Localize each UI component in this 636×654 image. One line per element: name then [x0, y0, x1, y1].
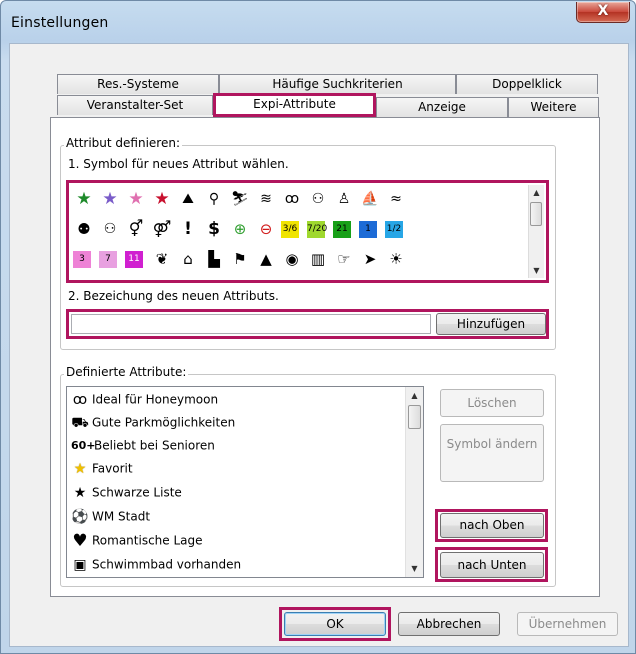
attribute-name-row: Hinzufügen	[66, 309, 549, 339]
rings-icon: ꝏ	[72, 391, 88, 408]
list-scroll-up-icon[interactable]: ▲	[406, 387, 423, 404]
list-item[interactable]: ꝏ Ideal für Honeymoon	[71, 388, 218, 412]
waves-icon[interactable]: ≈	[385, 188, 407, 210]
car-icon: ⛟	[71, 414, 89, 431]
building-icon[interactable]: ▥	[307, 248, 329, 270]
tab-haeufige-suchkriterien[interactable]: Häufige Suchkriterien	[219, 74, 456, 94]
scroll-up-icon[interactable]: ▲	[529, 185, 544, 200]
diving-mask-icon[interactable]: ꝏ	[281, 188, 303, 210]
leaf-icon[interactable]: ❦	[151, 248, 173, 270]
list-item-label: Favorit	[92, 461, 133, 476]
hand-icon[interactable]: ☞	[333, 248, 355, 270]
kids-family-icon[interactable]: ⚇	[99, 218, 121, 240]
move-up-button[interactable]: nach Oben	[440, 513, 544, 538]
family-icon[interactable]: ⚉	[73, 218, 95, 240]
step1-label: 1. Symbol für neues Attribut wählen.	[68, 157, 289, 171]
apply-button[interactable]: Übernehmen	[517, 612, 618, 636]
pool-icon: ▣	[73, 556, 87, 573]
bicycle-icon[interactable]: ⚲	[203, 188, 225, 210]
scroll-thumb[interactable]	[530, 202, 542, 226]
list-scroll-thumb[interactable]	[408, 405, 421, 429]
plus-green-icon[interactable]: ⊕	[229, 218, 251, 240]
bird-icon[interactable]: ➤	[359, 248, 381, 270]
cancel-button[interactable]: Abbrechen	[398, 612, 500, 636]
tab-anzeige[interactable]: Anzeige	[376, 97, 508, 117]
defined-attributes-list[interactable]: ꝏ Ideal für Honeymoon ⛟ Gute Parkmöglichke…	[66, 386, 424, 578]
favorite-star-icon: ★	[73, 460, 87, 477]
list-item-label: Beliebt bei Senioren	[94, 438, 215, 453]
list-scroll-down-icon[interactable]: ▼	[406, 560, 423, 577]
star-green-icon[interactable]: ★	[73, 188, 95, 210]
gender-symbols-icon[interactable]: ⚥	[125, 218, 147, 240]
add-button[interactable]: Hinzufügen	[436, 313, 546, 335]
heart-icon: ♥	[72, 530, 88, 551]
hiking-group-icon[interactable]: ⚇	[307, 188, 329, 210]
list-item[interactable]: ♥ Romantische Lage	[71, 529, 203, 553]
list-item-label: WM Stadt	[92, 509, 151, 524]
minus-red-icon[interactable]: ⊖	[255, 218, 277, 240]
list-item[interactable]: ⚽ WM Stadt	[71, 505, 150, 529]
sun-icon[interactable]: ☀	[385, 248, 407, 270]
soccer-ball-icon: ⚽	[71, 508, 89, 525]
house-dark-icon[interactable]: ▲	[255, 248, 277, 270]
step2-label: 2. Bezeichung des neuen Attributs.	[68, 289, 279, 303]
list-item[interactable]: ⛟ Gute Parkmöglichkeiten	[71, 411, 235, 435]
camera-icon[interactable]: ◉	[281, 248, 303, 270]
number-7-20-icon[interactable]: 7/20	[307, 221, 327, 238]
black-star-icon: ★	[73, 484, 87, 501]
window-title: Einstellungen	[11, 15, 109, 31]
star-pink-icon[interactable]: ★	[125, 188, 147, 210]
hiking-icon[interactable]: ♙	[333, 188, 355, 210]
flag-icon[interactable]: ⚑	[229, 248, 251, 270]
tab-veranstalter-set[interactable]: Veranstalter-Set	[57, 95, 213, 115]
swimming-icon[interactable]: ≋	[255, 188, 277, 210]
close-icon: X	[597, 3, 609, 19]
defined-group-label: Definierte Attribute:	[64, 365, 189, 379]
exclamation-icon[interactable]: !	[177, 218, 199, 240]
climbing-icon[interactable]: ⛰	[177, 188, 199, 210]
list-scrollbar[interactable]: ▲ ▼	[405, 387, 423, 577]
list-item[interactable]: ★ Schwarze Liste	[71, 481, 182, 505]
city-icon[interactable]: ▙	[203, 248, 225, 270]
symbol-scrollbar[interactable]: ▲ ▼	[528, 185, 544, 278]
list-item-label: Schwimmbad vorhanden	[92, 557, 242, 572]
tab-doppelklick[interactable]: Doppelklick	[456, 74, 598, 94]
number-3-6-icon[interactable]: 3/6	[281, 221, 299, 238]
symbol-picker[interactable]: ★ ★ ★ ★ ⛰ ⚲ ⛷ ≋ ꝏ ⚇ ♙ ⛵ ≈ ⚉ ⚇ ⚥ ⚤ ! $ ⊕ …	[66, 180, 549, 283]
close-button[interactable]: X	[576, 2, 630, 23]
attribute-name-input[interactable]	[71, 314, 431, 334]
tab-res-systeme[interactable]: Res.-Systeme	[57, 74, 219, 94]
number-21-icon[interactable]: 21	[333, 221, 351, 238]
list-item-label: Gute Parkmöglichkeiten	[92, 415, 236, 430]
list-item-label: Ideal für Honeymoon	[92, 392, 219, 407]
number-1-blue-icon[interactable]: 1	[359, 221, 377, 238]
star-purple-icon[interactable]: ★	[99, 188, 121, 210]
house-icon[interactable]: ⌂	[177, 248, 199, 270]
move-down-button[interactable]: nach Unten	[440, 552, 544, 578]
list-item[interactable]: ★ Favorit	[71, 457, 133, 481]
list-item-label: Romantische Lage	[92, 533, 203, 548]
dollar-icon[interactable]: $	[203, 218, 225, 240]
number-1-2-icon[interactable]: 1/2	[385, 221, 403, 238]
ok-button[interactable]: OK	[284, 612, 386, 636]
change-symbol-button[interactable]: Symbol ändern	[440, 424, 544, 482]
seniors-icon: 60+	[71, 438, 96, 452]
number-11-magenta-icon[interactable]: 11	[125, 251, 143, 268]
number-3-pink-icon[interactable]: 3	[73, 251, 91, 268]
list-item[interactable]: 60+Beliebt bei Senioren	[71, 434, 215, 458]
skiing-icon[interactable]: ⛷	[229, 188, 251, 210]
tab-expi-attribute[interactable]: Expi-Attribute	[213, 93, 376, 117]
boat-icon[interactable]: ⛵	[359, 188, 381, 210]
list-item[interactable]: ▣ Schwimmbad vorhanden	[71, 553, 241, 577]
define-group-label: Attribut definieren:	[64, 136, 182, 150]
number-7-pink-icon[interactable]: 7	[99, 251, 117, 268]
tab-weitere[interactable]: Weitere	[508, 97, 599, 117]
couple-symbols-icon[interactable]: ⚤	[151, 218, 173, 240]
list-item-label: Schwarze Liste	[92, 485, 182, 500]
delete-button[interactable]: Löschen	[440, 389, 544, 417]
scroll-down-icon[interactable]: ▼	[529, 263, 544, 278]
star-red-icon[interactable]: ★	[151, 188, 173, 210]
title-bar[interactable]: Einstellungen X	[1, 1, 635, 41]
